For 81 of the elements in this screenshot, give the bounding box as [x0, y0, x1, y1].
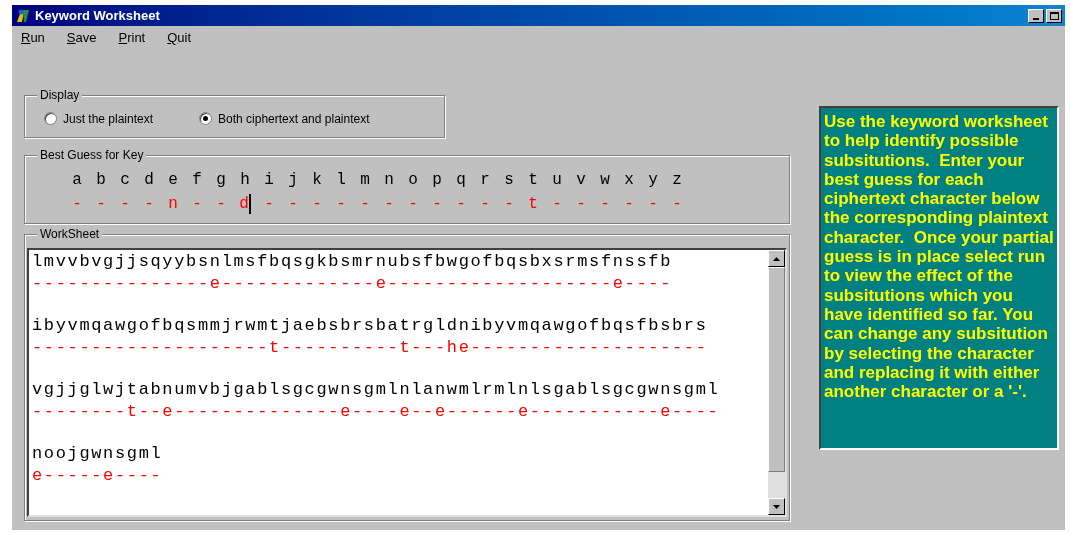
app-icon [15, 7, 31, 24]
key-letter: h [239, 170, 251, 190]
scroll-thumb[interactable] [768, 267, 785, 472]
key-letter: i [263, 170, 275, 190]
key-guess-field[interactable]: d [239, 194, 251, 214]
key-guess-field[interactable]: - [384, 194, 394, 214]
key-letter: a [71, 170, 83, 190]
maximize-button[interactable] [1046, 8, 1062, 23]
up-arrow-icon [773, 256, 780, 261]
radio-button[interactable] [199, 112, 213, 125]
key-letter: b [95, 170, 107, 190]
key-guess-field[interactable]: - [312, 194, 322, 214]
key-letter: g [215, 170, 227, 190]
key-guess-field[interactable]: - [408, 194, 418, 214]
key-guess-field[interactable]: - [552, 194, 562, 214]
key-letter: x [623, 170, 635, 190]
key-letter: p [431, 170, 443, 190]
key-letter: s [503, 170, 515, 190]
key-guess-field[interactable]: - [336, 194, 346, 214]
plaintext-line: --------t--e--------------e----e--e------e-----------e---- [32, 401, 720, 423]
key-guess-field[interactable]: - [96, 194, 106, 214]
key-letter: o [407, 170, 419, 190]
menu-item[interactable]: Print [117, 28, 147, 48]
key-letter: r [479, 170, 491, 190]
key-guess-field[interactable]: - [72, 194, 82, 214]
key-letter: v [575, 170, 587, 190]
key-letter: u [551, 170, 563, 190]
key-letter: l [335, 170, 347, 190]
key-guess-field[interactable]: - [144, 194, 154, 214]
group-title: Best Guess for Key [37, 147, 147, 163]
key-guess-field[interactable]: n [168, 194, 178, 214]
ciphertext-line: lmvvbvgjjsqyybsnlmsfbqsgkbsmrnubsfbwgofbqsbxsrmsfnssfb [32, 251, 672, 273]
plaintext-line: e-----e---- [32, 465, 163, 487]
help-text: Use the keyword worksheet to help identify possible subsitutions. Enter your best guess for each ciphertext character below the corresponding plaintext character. Once your partial guess is in place select run to view the effect of the subsitutions which you have identified so far. You can change any subsitution by selecting the character and replacing it with either another character or a '-'. [824, 112, 1055, 402]
key-guess-field[interactable]: - [504, 194, 514, 214]
key-letter: d [143, 170, 155, 190]
ciphertext-line: noojgwnsgml [32, 443, 163, 465]
key-letter: z [671, 170, 683, 190]
key-letter: j [287, 170, 299, 190]
plaintext-line: --------------------t----------t---he-------------------- [32, 337, 708, 359]
key-letter: k [311, 170, 323, 190]
key-guess-field[interactable]: - [192, 194, 202, 214]
key-guess-field[interactable]: - [576, 194, 586, 214]
group-title: Display [37, 87, 83, 103]
key-guess-field[interactable]: - [264, 194, 274, 214]
window-title: Keyword Worksheet [35, 6, 160, 25]
key-guess-field[interactable]: - [288, 194, 298, 214]
scroll-up-button[interactable] [768, 250, 785, 267]
key-letter: f [191, 170, 203, 190]
vertical-scrollbar[interactable] [768, 250, 785, 515]
plaintext-line: ---------------e-------------e-------------------e---- [32, 273, 672, 295]
radio-label: Both ciphertext and plaintext [218, 110, 370, 128]
menu-item[interactable]: Save [65, 28, 98, 48]
menu-item[interactable]: Run [20, 28, 46, 48]
down-arrow-icon [773, 504, 780, 509]
key-guess-field[interactable]: - [360, 194, 370, 214]
key-letter: m [359, 170, 371, 190]
key-guess-field[interactable]: - [216, 194, 226, 214]
key-guess-field[interactable]: - [624, 194, 634, 214]
minimize-button[interactable] [1028, 8, 1044, 23]
key-guess-field[interactable]: - [456, 194, 466, 214]
radio-button[interactable] [44, 112, 57, 125]
key-guess-field[interactable]: - [480, 194, 490, 214]
key-letter: n [383, 170, 395, 190]
ciphertext-line: vgjjglwjtabnumvbjgablsgcgwnsgmlnlanwmlrmlnlsgablsgcgwnsgml [32, 379, 720, 401]
key-guess-field[interactable]: - [432, 194, 442, 214]
key-guess-field[interactable]: t [528, 194, 538, 214]
key-guess-field[interactable]: - [120, 194, 130, 214]
radio-label: Just the plaintext [63, 110, 154, 128]
key-letter: e [167, 170, 179, 190]
key-letter: c [119, 170, 131, 190]
key-guess-field[interactable]: - [672, 194, 682, 214]
key-letter: w [599, 170, 611, 190]
key-guess-field[interactable]: - [600, 194, 610, 214]
key-letter: t [527, 170, 539, 190]
key-letter: q [455, 170, 467, 190]
ciphertext-line: ibyvmqawgofbqsmmjrwmtjaebsbrsbatrgldnibyvmqawgofbqsfbsbrs [32, 315, 708, 337]
menu-item[interactable]: Quit [166, 28, 193, 48]
key-letter: y [647, 170, 659, 190]
key-guess-field[interactable]: - [648, 194, 658, 214]
scroll-down-button[interactable] [768, 498, 785, 515]
